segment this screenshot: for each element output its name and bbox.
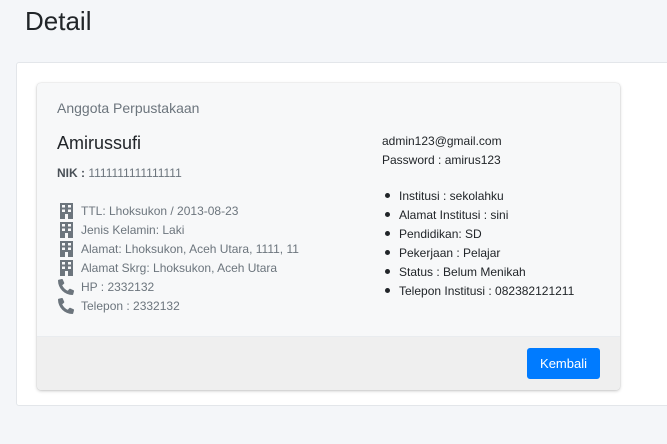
info-item-text: Telepon : 2332132 [81,298,180,313]
info-item-hp: HP : 2332132 [57,277,299,296]
detail-item-institution-address: Alamat Institusi : sini [382,205,574,224]
info-item-text: Alamat Skrg: Lhoksukon, Aceh Utara [81,260,278,275]
building-icon [57,202,75,219]
detail-item-text: Telepon Institusi : 082382121211 [399,283,575,298]
info-item-text: HP : 2332132 [81,279,155,294]
nik-row: NIK : 1111111111111111 [57,166,182,180]
building-icon [57,240,75,257]
bullet [385,269,390,274]
detail-item-education: Pendidikan: SD [382,224,574,243]
detail-item-text: Pekerjaan : Pelajar [399,245,501,260]
phone-icon [57,278,75,295]
nik-value: 1111111111111111 [88,166,182,180]
detail-item-institution: Institusi : sekolahku [382,186,574,205]
password-text: Password : amirus123 [382,153,501,167]
member-name: Amirussufi [57,133,142,153]
detail-card: Anggota Perpustakaan Amirussufi NIK : 11… [16,62,667,406]
detail-item-institution-phone: Telepon Institusi : 082382121211 [382,281,574,300]
info-item-ttl: TTL: Lhoksukon / 2013-08-23 [57,201,299,220]
bullet [385,250,390,255]
card-footer: Kembali [37,336,620,390]
institution-detail-list: Institusi : sekolahku Alamat Institusi :… [382,186,574,300]
building-icon [57,259,75,276]
bullet [385,212,390,217]
back-button[interactable]: Kembali [527,348,600,379]
member-card: Anggota Perpustakaan Amirussufi NIK : 11… [37,83,620,390]
nik-label: NIK : [57,166,85,180]
detail-item-text: Alamat Institusi : sini [399,207,509,222]
info-item-text: Jenis Kelamin: Laki [81,222,185,237]
bullet [385,193,390,198]
phone-icon [57,297,75,314]
detail-item-occupation: Pekerjaan : Pelajar [382,243,574,262]
detail-item-text: Institusi : sekolahku [399,188,504,203]
detail-item-status: Status : Belum Menikah [382,262,574,281]
page-title: Detail [25,6,92,36]
email-text: admin123@gmail.com [382,134,502,148]
member-info-list: TTL: Lhoksukon / 2013-08-23 Jenis Kelami… [57,201,299,315]
bullet [385,288,390,293]
info-item-gender: Jenis Kelamin: Laki [57,220,299,239]
info-item-current-address: Alamat Skrg: Lhoksukon, Aceh Utara [57,258,299,277]
card-header-title: Anggota Perpustakaan [57,100,200,116]
info-item-text: TTL: Lhoksukon / 2013-08-23 [81,203,239,218]
bullet [385,231,390,236]
detail-item-text: Status : Belum Menikah [399,264,526,279]
info-item-address: Alamat: Lhoksukon, Aceh Utara, 1111, 11 [57,239,299,258]
detail-item-text: Pendidikan: SD [399,226,482,241]
info-item-telepon: Telepon : 2332132 [57,296,299,315]
info-item-text: Alamat: Lhoksukon, Aceh Utara, 1111, 11 [81,241,299,256]
building-icon [57,221,75,238]
